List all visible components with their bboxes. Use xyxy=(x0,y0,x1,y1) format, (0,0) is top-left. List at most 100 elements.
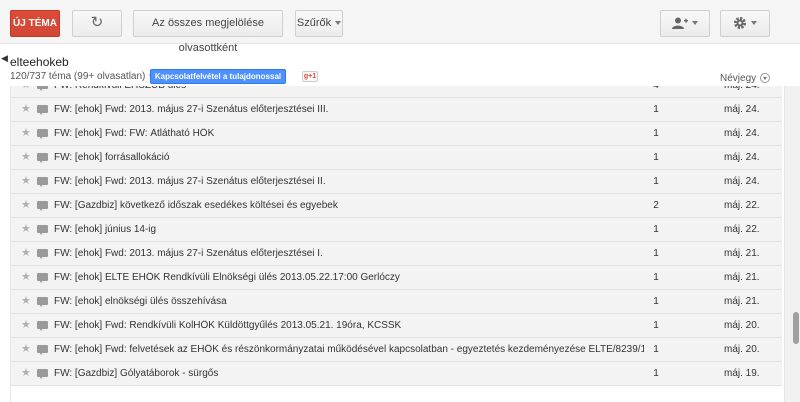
topic-row[interactable]: ★ FW: [ehok] Fwd: FW: Átlátható HÖK 1 máj. … xyxy=(11,122,782,146)
topic-list: ★ FW: Rendkívüli EHSZÜB ülés 4 máj. 24. ★ FW:… xyxy=(10,86,782,402)
topic-row[interactable]: ★ FW: [ehok] ELTE EHÖK Rendkívüli Elnöksé… xyxy=(11,266,782,290)
topic-subject[interactable]: FW: [ehok] június 14-ig xyxy=(54,224,644,235)
topic-subject[interactable]: FW: [ehok] elnökségi ülés összehívása xyxy=(54,296,644,307)
topic-date: máj. 19. xyxy=(724,368,760,379)
star-icon[interactable]: ★ xyxy=(21,367,31,379)
refresh-icon: ↻ xyxy=(90,14,104,31)
members-dropdown[interactable] xyxy=(660,10,710,37)
topic-subject[interactable]: FW: [ehok] Fwd: FW: Átlátható HÖK xyxy=(54,128,644,139)
refresh-button[interactable]: ↻ xyxy=(72,10,122,37)
conversation-icon xyxy=(37,345,48,355)
topic-subject[interactable]: FW: [ehok] Fwd: Rendkívüli KolHÖK Küldöt… xyxy=(54,320,644,331)
star-icon[interactable]: ★ xyxy=(21,86,31,91)
collapse-sidebar-icon[interactable]: ◀ xyxy=(1,53,8,64)
star-icon[interactable]: ★ xyxy=(21,247,31,259)
star-icon[interactable]: ★ xyxy=(21,295,31,307)
topic-count-text: 120/737 téma (99+ olvasatlan) xyxy=(10,71,146,82)
topic-row[interactable]: ★ FW: Rendkívüli EHSZÜB ülés 4 máj. 24. xyxy=(11,86,782,98)
star-icon[interactable]: ★ xyxy=(21,127,31,139)
chevron-down-icon xyxy=(692,21,698,26)
chevron-down-icon xyxy=(751,21,757,26)
conversation-icon xyxy=(37,321,48,331)
topic-subject[interactable]: FW: [ehok] forrásallokáció xyxy=(54,152,644,163)
topic-post-count: 1 xyxy=(653,104,659,115)
scrollbar[interactable] xyxy=(784,86,800,402)
topic-date: máj. 20. xyxy=(724,320,760,331)
topic-post-count: 1 xyxy=(653,296,659,307)
topic-date: máj. 22. xyxy=(724,224,760,235)
topic-date: máj. 22. xyxy=(724,200,760,211)
topic-post-count: 1 xyxy=(653,128,659,139)
topic-post-count: 1 xyxy=(653,272,659,283)
star-icon[interactable]: ★ xyxy=(21,319,31,331)
topic-row[interactable]: ★ FW: [Gazdbiz] következő időszak esedéke… xyxy=(11,194,782,218)
topic-post-count: 1 xyxy=(653,152,659,163)
star-icon[interactable]: ★ xyxy=(21,175,31,187)
topic-row[interactable]: ★ FW: [ehok] június 14-ig 1 máj. 22. xyxy=(11,218,782,242)
topic-row[interactable]: ★ FW: [ehok] Fwd: felvetések az EHÖK és r… xyxy=(11,338,782,362)
conversation-icon xyxy=(37,249,48,259)
conversation-icon xyxy=(37,86,48,91)
topic-subject[interactable]: FW: [ehok] ELTE EHÖK Rendkívüli Elnökség… xyxy=(54,272,644,283)
star-icon[interactable]: ★ xyxy=(21,199,31,211)
topic-date: máj. 21. xyxy=(724,296,760,307)
topic-subject[interactable]: FW: [ehok] Fwd: 2013. május 27-i Szenátu… xyxy=(54,248,644,259)
chevron-down-circle-icon[interactable] xyxy=(760,73,770,83)
topic-post-count: 1 xyxy=(653,368,659,379)
topic-row[interactable]: ★ FW: [ehok] Fwd: 2013. május 27-i Szenát… xyxy=(11,170,782,194)
topic-post-count: 1 xyxy=(653,224,659,235)
conversation-icon xyxy=(37,177,48,187)
topic-row[interactable]: ★ FW: [ehok] Fwd: 2013. május 27-i Szenát… xyxy=(11,98,782,122)
topic-subject[interactable]: FW: [Gazdbiz] Gólyatáborok - sürgős xyxy=(54,368,644,379)
conversation-icon xyxy=(37,225,48,235)
topic-date: máj. 21. xyxy=(724,248,760,259)
topic-subject[interactable]: FW: Rendkívüli EHSZÜB ülés xyxy=(54,86,644,91)
star-icon[interactable]: ★ xyxy=(21,103,31,115)
conversation-icon xyxy=(37,297,48,307)
topic-subject[interactable]: FW: [ehok] Fwd: 2013. május 27-i Szenátu… xyxy=(54,104,644,115)
topic-post-count: 1 xyxy=(653,344,659,355)
topic-post-count: 1 xyxy=(653,248,659,259)
topic-row[interactable]: ★ FW: [Gazdbiz] Gólyatáborok - sürgős 1 máj… xyxy=(11,362,782,386)
settings-dropdown[interactable] xyxy=(720,10,770,37)
topic-date: máj. 24. xyxy=(724,104,760,115)
star-icon[interactable]: ★ xyxy=(21,343,31,355)
topic-date: máj. 21. xyxy=(724,272,760,283)
topic-row[interactable]: ★ FW: [ehok] forrásallokáció 1 máj. 24. xyxy=(11,146,782,170)
topic-subject[interactable]: FW: [Gazdbiz] következő időszak esedékes… xyxy=(54,200,644,211)
topic-post-count: 1 xyxy=(653,176,659,187)
contact-owner-button[interactable]: Kapcsolatfelvétel a tulajdonossal xyxy=(150,69,286,84)
topic-date: máj. 24. xyxy=(724,86,760,91)
conversation-icon xyxy=(37,201,48,211)
group-topic-count: 120/737 téma (99+ olvasatlan)★ xyxy=(10,71,156,82)
topic-date: máj. 24. xyxy=(724,152,760,163)
conversation-icon xyxy=(37,369,48,379)
filters-label: Szűrők xyxy=(296,17,332,29)
top-toolbar: ÚJ TÉMA ↻ Az összes megjelölése olvasott… xyxy=(0,0,800,54)
plus-one-button[interactable]: g+1 xyxy=(302,71,318,82)
topic-post-count: 4 xyxy=(651,86,661,91)
scrollbar-thumb[interactable] xyxy=(793,312,799,344)
star-icon[interactable]: ★ xyxy=(21,151,31,163)
topic-subject[interactable]: FW: [ehok] Fwd: 2013. május 27-i Szenátu… xyxy=(54,176,644,187)
chevron-down-icon xyxy=(335,21,342,26)
mark-all-read-button[interactable]: Az összes megjelölése olvasottként xyxy=(133,10,283,54)
conversation-icon xyxy=(37,105,48,115)
topic-post-count: 1 xyxy=(653,320,659,331)
gear-icon xyxy=(734,17,746,30)
topic-row[interactable]: ★ FW: [ehok] Fwd: Rendkívüli KolHÖK Küldö… xyxy=(11,314,782,338)
group-title: elteehokeb xyxy=(10,55,69,69)
topic-row[interactable]: ★ FW: [ehok] elnökségi ülés összehívása 1 m… xyxy=(11,290,782,314)
topic-date: máj. 24. xyxy=(724,128,760,139)
conversation-icon xyxy=(37,153,48,163)
topic-subject[interactable]: FW: [ehok] Fwd: felvetések az EHÖK és ré… xyxy=(54,344,644,355)
star-icon[interactable]: ★ xyxy=(21,271,31,283)
new-topic-button[interactable]: ÚJ TÉMA xyxy=(10,10,60,37)
topic-date: máj. 24. xyxy=(724,176,760,187)
star-icon[interactable]: ★ xyxy=(21,223,31,235)
conversation-icon xyxy=(37,273,48,283)
topic-row[interactable]: ★ FW: [ehok] Fwd: 2013. május 27-i Szenát… xyxy=(11,242,782,266)
filters-dropdown[interactable]: Szűrők xyxy=(295,10,343,37)
person-add-icon xyxy=(672,17,688,30)
about-link[interactable]: Névjegy xyxy=(720,73,756,84)
